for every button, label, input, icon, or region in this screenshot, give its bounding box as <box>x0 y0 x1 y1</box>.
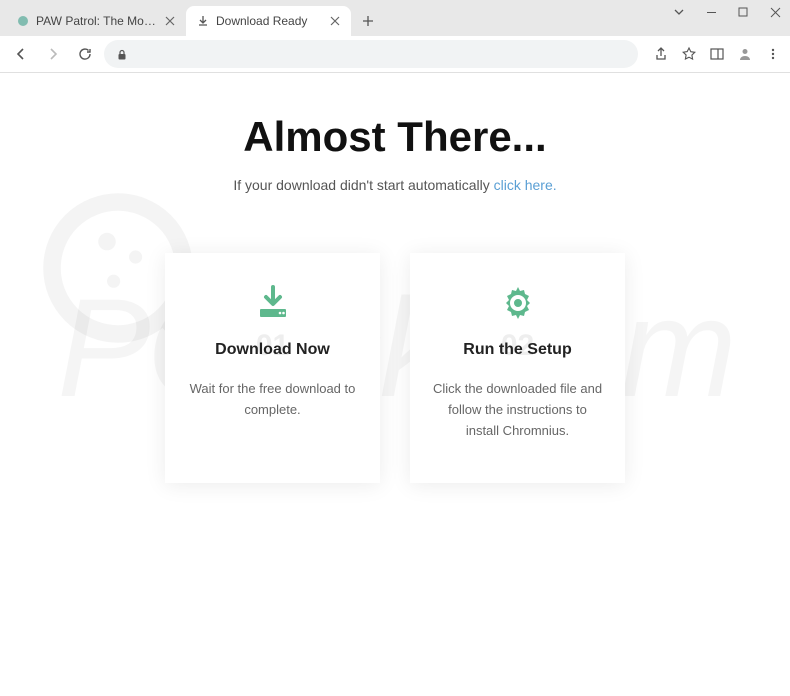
close-button[interactable] <box>768 5 782 19</box>
download-icon <box>253 283 293 323</box>
card-text: Click the downloaded file and follow the… <box>430 379 605 441</box>
back-button[interactable] <box>8 41 34 67</box>
sidepanel-icon[interactable] <box>708 45 726 63</box>
download-icon <box>196 14 210 28</box>
tab-title: PAW Patrol: The Movie (2021) YI <box>36 14 158 28</box>
globe-icon <box>16 14 30 28</box>
close-icon[interactable] <box>329 15 341 27</box>
profile-icon[interactable] <box>736 45 754 63</box>
browser-chrome: PAW Patrol: The Movie (2021) YI Download… <box>0 0 790 73</box>
bookmark-icon[interactable] <box>680 45 698 63</box>
forward-button[interactable] <box>40 41 66 67</box>
maximize-button[interactable] <box>736 5 750 19</box>
subheading-text: If your download didn't start automatica… <box>233 177 493 193</box>
tab-1[interactable]: Download Ready <box>186 6 351 36</box>
menu-icon[interactable] <box>764 45 782 63</box>
card-setup: 02 Run the Setup Click the downloaded fi… <box>410 253 625 483</box>
page-content: Almost There... If your download didn't … <box>0 73 790 523</box>
toolbar <box>0 36 790 72</box>
page-subheading: If your download didn't start automatica… <box>20 177 770 193</box>
card-title: Download Now <box>185 341 360 359</box>
close-icon[interactable] <box>164 15 176 27</box>
card-title: Run the Setup <box>430 341 605 359</box>
new-tab-button[interactable] <box>355 8 381 34</box>
chevron-down-icon[interactable] <box>672 5 686 19</box>
toolbar-right <box>644 45 782 63</box>
page-heading: Almost There... <box>20 113 770 161</box>
minimize-button[interactable] <box>704 5 718 19</box>
click-here-link[interactable]: click here. <box>494 177 557 193</box>
cards-container: 01 Download Now Wait for the free downlo… <box>20 253 770 483</box>
card-text: Wait for the free download to complete. <box>185 379 360 421</box>
address-bar[interactable] <box>104 40 638 68</box>
tab-0[interactable]: PAW Patrol: The Movie (2021) YI <box>6 6 186 36</box>
tab-title: Download Ready <box>216 14 323 28</box>
share-icon[interactable] <box>652 45 670 63</box>
reload-button[interactable] <box>72 41 98 67</box>
gear-icon <box>498 283 538 323</box>
lock-icon <box>116 48 128 60</box>
window-controls <box>672 5 782 19</box>
card-download: 01 Download Now Wait for the free downlo… <box>165 253 380 483</box>
